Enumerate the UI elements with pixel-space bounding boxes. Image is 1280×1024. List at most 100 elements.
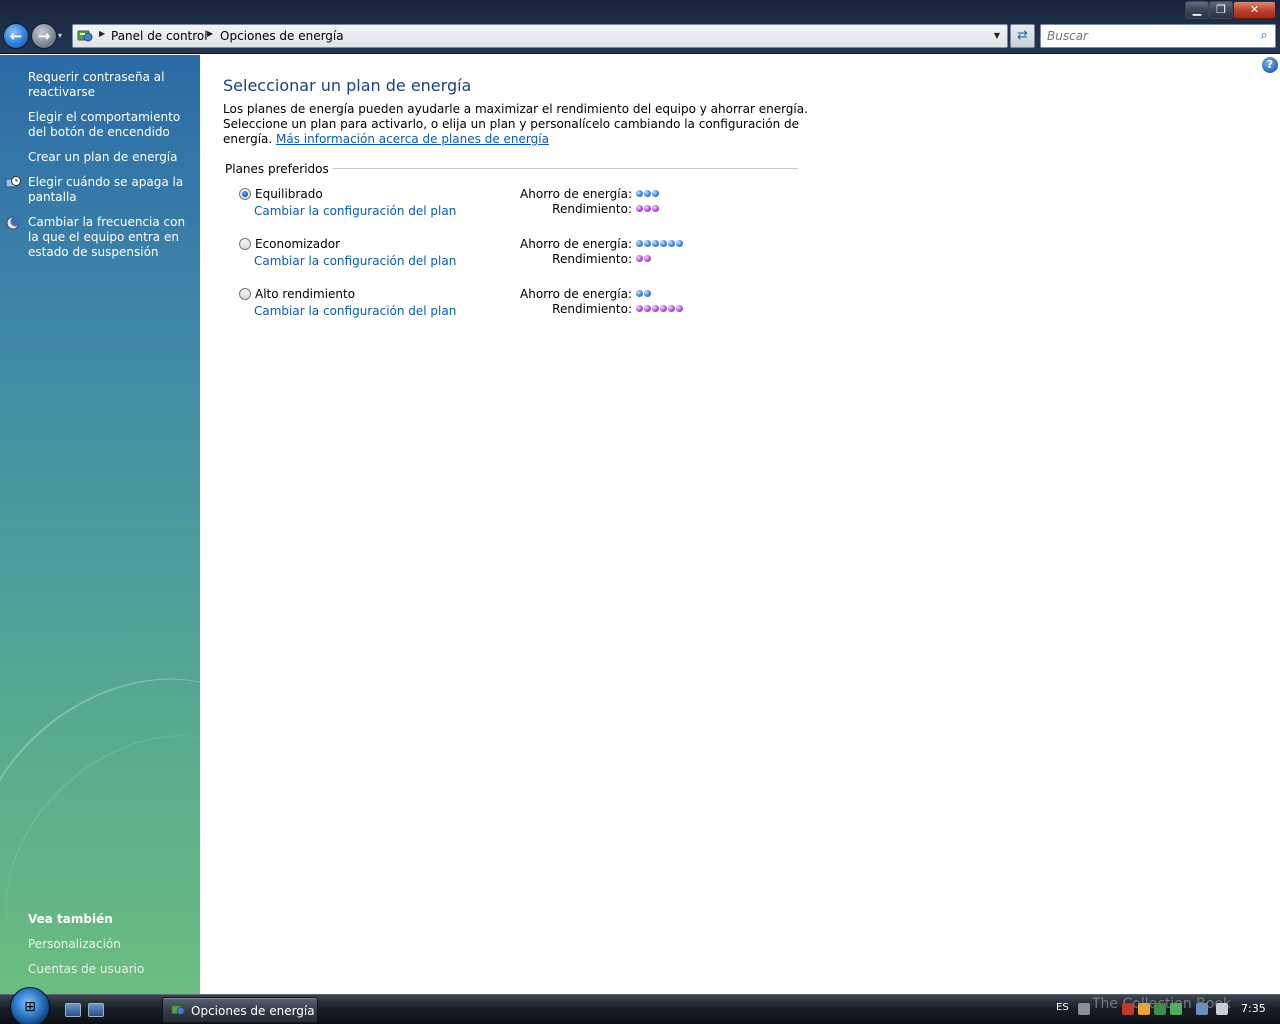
- energy-saving-dot: [676, 240, 683, 247]
- change-plan-settings-link[interactable]: Cambiar la configuración del plan: [254, 204, 456, 218]
- network-icon[interactable]: [1196, 1003, 1208, 1015]
- plan-row: Equilibrado Cambiar la configuración del…: [238, 187, 798, 227]
- plan-row: Economizador Cambiar la configuración de…: [238, 237, 798, 277]
- performance-dot: [636, 205, 643, 212]
- volume-icon[interactable]: [1216, 1003, 1228, 1015]
- minimize-button[interactable]: ▁: [1185, 1, 1209, 19]
- energy-saving-dot: [668, 240, 675, 247]
- taskbar-window-button[interactable]: Opciones de energía: [162, 997, 318, 1023]
- energy-saving-dot: [652, 240, 659, 247]
- change-plan-settings-link[interactable]: Cambiar la configuración del plan: [254, 304, 456, 318]
- taskbar-window-label: Opciones de energía: [191, 1004, 315, 1018]
- performance-dot: [644, 305, 651, 312]
- performance-rating: [636, 205, 660, 213]
- clock[interactable]: 7:35: [1241, 1002, 1266, 1015]
- search-icon[interactable]: ⌕: [1255, 27, 1273, 45]
- power-options-icon: [171, 1005, 185, 1015]
- performance-rating: [636, 305, 684, 313]
- address-dropdown-icon[interactable]: ▼: [987, 25, 1007, 47]
- start-button[interactable]: ⊞: [10, 987, 50, 1024]
- back-button[interactable]: ←: [3, 23, 29, 49]
- plan-radio-balanced[interactable]: [239, 188, 251, 200]
- see-also-personalization[interactable]: Personalización: [28, 937, 121, 951]
- energy-saving-rating: [636, 240, 684, 248]
- forward-arrow-icon: →: [37, 27, 51, 45]
- maximize-button[interactable]: ❐: [1209, 1, 1233, 19]
- plan-row: Alto rendimiento Cambiar la configuració…: [238, 287, 798, 327]
- performance-dot: [668, 305, 675, 312]
- task-require-password[interactable]: Requerir contraseña al reactivarse: [28, 70, 194, 100]
- network-status-icon[interactable]: [1154, 1003, 1166, 1015]
- show-desktop-icon[interactable]: [65, 1003, 81, 1017]
- task-power-button-behavior[interactable]: Elegir el comportamiento del botón de en…: [28, 110, 194, 140]
- performance-label: Rendimiento:: [552, 252, 632, 266]
- performance-dot: [652, 205, 659, 212]
- plan-name[interactable]: Equilibrado: [255, 187, 323, 201]
- performance-dot: [652, 305, 659, 312]
- back-arrow-icon: ←: [9, 27, 23, 45]
- performance-dot: [636, 305, 643, 312]
- refresh-button[interactable]: ⇄: [1010, 24, 1035, 48]
- more-info-link[interactable]: Más información acerca de planes de ener…: [276, 132, 549, 146]
- checkmark-icon[interactable]: [1170, 1003, 1182, 1015]
- language-indicator[interactable]: ES: [1056, 1002, 1069, 1013]
- control-panel-icon: [77, 30, 93, 42]
- help-icon[interactable]: ?: [1262, 57, 1278, 73]
- see-also-heading: Vea también: [28, 912, 113, 926]
- keyboard-icon[interactable]: [1078, 1003, 1090, 1015]
- change-plan-settings-link[interactable]: Cambiar la configuración del plan: [254, 254, 456, 268]
- task-create-power-plan[interactable]: Crear un plan de energía: [28, 150, 194, 165]
- plan-name[interactable]: Economizador: [255, 237, 340, 251]
- navigation-bar: ▁ ❐ ✕ ← → ▾ ▶ Panel de control ▶ Opcione…: [0, 0, 1280, 54]
- energy-saving-rating: [636, 290, 652, 298]
- display-clock-icon: [5, 176, 21, 188]
- task-display-off-time[interactable]: Elegir cuándo se apaga la pantalla: [28, 175, 194, 205]
- page-title: Seleccionar un plan de energía: [223, 76, 472, 95]
- breadcrumb-separator-icon[interactable]: ▶: [99, 29, 105, 38]
- energy-saving-label: Ahorro de energía:: [520, 287, 632, 301]
- performance-label: Rendimiento:: [552, 202, 632, 216]
- energy-saving-label: Ahorro de energía:: [520, 237, 632, 251]
- plan-radio-high-performance[interactable]: [239, 288, 251, 300]
- energy-saving-dot: [636, 290, 643, 297]
- energy-saving-dot: [644, 190, 651, 197]
- firewall-icon[interactable]: [1138, 1003, 1150, 1015]
- recent-pages-button[interactable]: ▾: [58, 30, 68, 42]
- energy-saving-dot: [652, 190, 659, 197]
- performance-dot: [660, 305, 667, 312]
- energy-saving-label: Ahorro de energía:: [520, 187, 632, 201]
- energy-saving-dot: [636, 190, 643, 197]
- moon-icon: [6, 216, 21, 230]
- performance-dot: [636, 255, 643, 262]
- performance-dot: [644, 205, 651, 212]
- content-area: ? Seleccionar un plan de energía Los pla…: [200, 55, 1280, 994]
- breadcrumb-separator-icon[interactable]: ▶: [207, 29, 213, 38]
- plan-name[interactable]: Alto rendimiento: [255, 287, 355, 301]
- task-pane: Requerir contraseña al reactivarse Elegi…: [0, 55, 200, 994]
- energy-saving-dot: [660, 240, 667, 247]
- energy-saving-dot: [644, 290, 651, 297]
- close-button[interactable]: ✕: [1233, 1, 1276, 19]
- taskbar: ⊞ Opciones de energía ES The Collection …: [0, 987, 1280, 1024]
- breadcrumb-control-panel[interactable]: Panel de control: [111, 29, 208, 43]
- search-input[interactable]: [1043, 27, 1253, 45]
- energy-saving-dot: [644, 240, 651, 247]
- performance-dot: [676, 305, 683, 312]
- intro-text: Los planes de energía pueden ayudarle a …: [223, 102, 813, 147]
- preferred-plans-label: Planes preferidos: [225, 162, 333, 176]
- see-also-user-accounts[interactable]: Cuentas de usuario: [28, 962, 144, 976]
- breadcrumb-power-options[interactable]: Opciones de energía: [220, 29, 344, 43]
- address-bar[interactable]: ▶ Panel de control ▶ Opciones de energía…: [72, 24, 1008, 48]
- windows-logo-icon: ⊞: [24, 999, 36, 1015]
- performance-label: Rendimiento:: [552, 302, 632, 316]
- task-sleep-frequency[interactable]: Cambiar la frecuencia con la que el equi…: [28, 215, 194, 260]
- performance-dot: [644, 255, 651, 262]
- energy-saving-dot: [636, 240, 643, 247]
- search-box[interactable]: ⌕: [1040, 24, 1276, 48]
- performance-rating: [636, 255, 652, 263]
- security-icon[interactable]: [1122, 1003, 1134, 1015]
- group-divider: [320, 168, 798, 169]
- forward-button[interactable]: →: [31, 23, 57, 49]
- switch-windows-icon[interactable]: [88, 1003, 104, 1017]
- plan-radio-power-saver[interactable]: [239, 238, 251, 250]
